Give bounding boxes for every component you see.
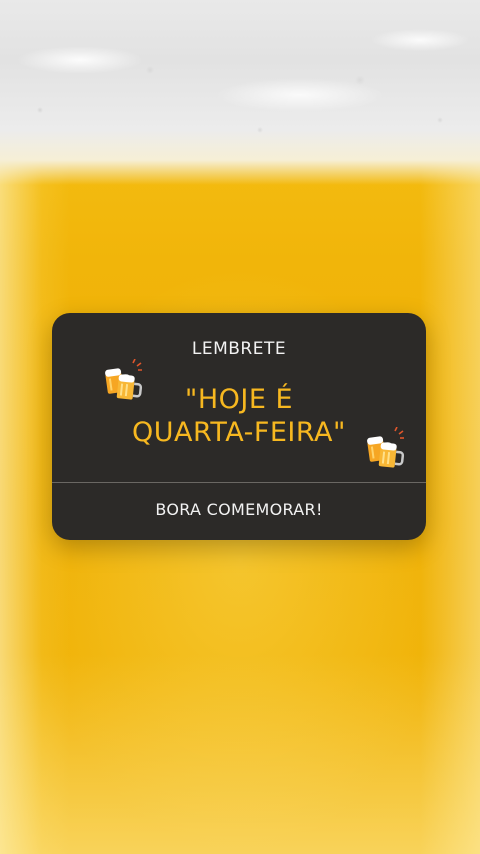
card-divider	[52, 482, 426, 483]
celebrate-action-button[interactable]: BORA COMEMORAR!	[52, 500, 426, 519]
foam-bubbles	[0, 0, 480, 185]
glass-bottom-glow	[0, 654, 480, 854]
reminder-title-line-1: "HOJE É	[184, 384, 294, 415]
clinking-beer-mugs-icon	[364, 426, 406, 469]
reminder-card[interactable]: LEMBRETE "HOJE É QUARTA-FEIRA" BORA COME…	[52, 313, 426, 540]
beer-foam	[0, 0, 480, 185]
reminder-label: LEMBRETE	[191, 339, 287, 359]
